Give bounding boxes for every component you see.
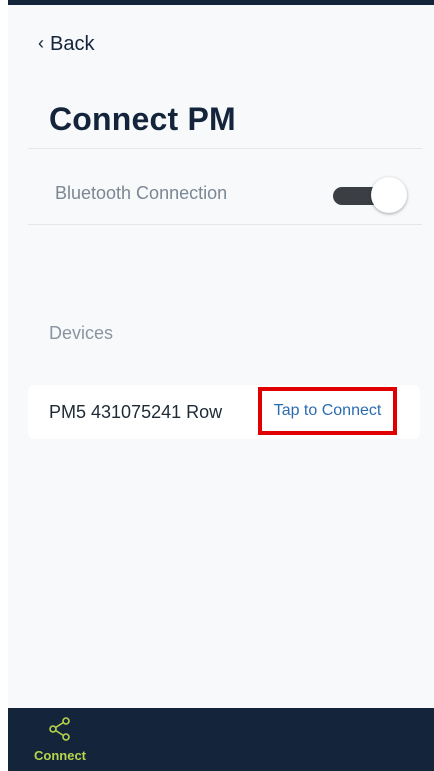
divider (28, 148, 422, 149)
chevron-left-icon: ‹ (38, 33, 44, 53)
tab-connect-label: Connect (34, 748, 86, 763)
device-list-item: PM5 431075241 Row Tap to Connect (28, 385, 420, 439)
app-frame: ‹ Back Connect PM Bluetooth Connection D… (0, 0, 434, 771)
bottom-tab-bar: Connect (8, 708, 434, 771)
left-edge (0, 0, 8, 771)
bluetooth-row: Bluetooth Connection (28, 153, 422, 229)
divider (28, 224, 422, 225)
toggle-knob (371, 177, 407, 213)
bluetooth-toggle[interactable] (333, 177, 409, 213)
bluetooth-label: Bluetooth Connection (55, 183, 228, 203)
device-name: PM5 431075241 Row (49, 402, 223, 422)
page-title: Connect PM (49, 101, 236, 137)
tap-to-connect-button[interactable]: Tap to Connect (258, 387, 397, 435)
tab-connect[interactable]: Connect (20, 716, 100, 766)
back-label: Back (50, 33, 95, 55)
connect-screen: ‹ Back Connect PM Bluetooth Connection D… (8, 5, 434, 708)
devices-section-label: Devices (49, 323, 114, 343)
back-button[interactable]: ‹ Back (38, 33, 94, 56)
share-nodes-icon (47, 716, 73, 742)
